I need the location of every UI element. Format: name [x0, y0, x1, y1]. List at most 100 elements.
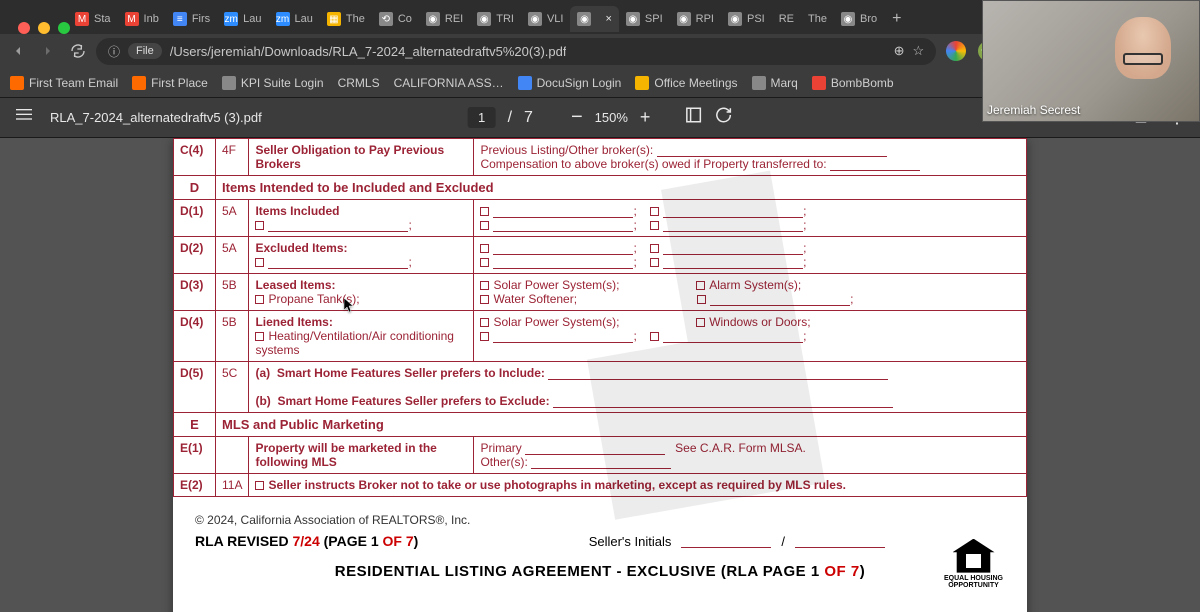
bookmark-label: BombBomb: [831, 76, 894, 90]
browser-tab[interactable]: ◉SPI: [619, 6, 670, 32]
tab-label: REI: [445, 13, 463, 25]
browser-tab[interactable]: RE: [772, 7, 801, 31]
bookmark-favicon-icon: [222, 76, 236, 90]
zoom-in-button[interactable]: +: [640, 107, 651, 128]
pdf-page: ▟ C(4) 4F Seller Obligation to Pay Previ…: [173, 138, 1027, 612]
row-code: 5A: [216, 237, 249, 274]
tab-label: The: [808, 13, 827, 25]
bookmark-label: CALIFORNIA ASS…: [394, 76, 504, 90]
bookmark-item[interactable]: CALIFORNIA ASS…: [394, 76, 504, 90]
row-fields: Leased Items:Propane Tank(s);: [249, 274, 474, 311]
row-fields: Solar Power System(s); Windows or Doors;…: [474, 311, 1027, 362]
tab-favicon-icon: M: [125, 12, 139, 26]
url-text: /Users/jeremiah/Downloads/RLA_7-2024_alt…: [170, 44, 567, 59]
bookmark-item[interactable]: KPI Suite Login: [222, 76, 324, 90]
tab-label: Lau: [243, 13, 261, 25]
section-id: E: [174, 413, 216, 437]
pdf-viewport[interactable]: ▟ C(4) 4F Seller Obligation to Pay Previ…: [0, 138, 1200, 612]
rotate-icon[interactable]: [714, 106, 732, 129]
row-code: 5B: [216, 311, 249, 362]
row-code: 11A: [216, 474, 249, 497]
row-fields: Seller instructs Broker not to take or u…: [249, 474, 1027, 497]
extension-icon-1[interactable]: [946, 41, 966, 61]
tab-label: Lau: [295, 13, 313, 25]
bookmark-label: CRMLS: [338, 76, 380, 90]
browser-tab[interactable]: ⟲Co: [372, 6, 419, 32]
pdf-page-input[interactable]: 1: [468, 107, 496, 128]
zoom-out-button[interactable]: −: [571, 106, 583, 129]
bookmark-item[interactable]: BombBomb: [812, 76, 894, 90]
browser-tab[interactable]: zmLau: [269, 6, 320, 32]
row-id: D(4): [174, 311, 216, 362]
tab-label: RE: [779, 13, 794, 25]
bookmark-label: KPI Suite Login: [241, 76, 324, 90]
row-id: E(1): [174, 437, 216, 474]
tab-label: TRI: [496, 13, 514, 25]
browser-tab[interactable]: ◉ Bro: [834, 6, 884, 32]
row-fields: Primary See C.A.R. Form MLSA.Other(s):: [474, 437, 1027, 474]
browser-tab[interactable]: ▦The: [320, 6, 372, 32]
row-id: D(5): [174, 362, 216, 413]
bookmark-favicon-icon: [635, 76, 649, 90]
row-id: D(3): [174, 274, 216, 311]
bookmark-favicon-icon: [132, 76, 146, 90]
row-fields: Excluded Items:;: [249, 237, 474, 274]
window-close-button[interactable]: [18, 22, 30, 34]
browser-tab[interactable]: zm Lau: [217, 6, 268, 32]
row-id: E(2): [174, 474, 216, 497]
zoom-indicator-icon[interactable]: ⊕: [894, 43, 905, 59]
seller-initials: Seller's Initials /: [589, 534, 885, 549]
caller-name: Jeremiah Secrest: [987, 103, 1080, 117]
fit-page-icon[interactable]: [684, 106, 702, 129]
bookmark-item[interactable]: First Place: [132, 76, 208, 90]
tab-close-icon[interactable]: ×: [605, 13, 611, 25]
zoom-level[interactable]: 150%: [595, 110, 628, 125]
bookmark-item[interactable]: Marq: [752, 76, 798, 90]
browser-tab[interactable]: ≡ Firs: [166, 6, 217, 32]
browser-tab[interactable]: ◉VLI: [521, 6, 571, 32]
browser-tab[interactable]: ◉RPI: [670, 6, 721, 32]
bookmark-favicon-icon: [518, 76, 532, 90]
bookmark-favicon-icon: [752, 76, 766, 90]
browser-tab[interactable]: ◉×: [570, 6, 618, 32]
tab-favicon-icon: ≡: [173, 12, 187, 26]
bookmark-item[interactable]: DocuSign Login: [518, 76, 622, 90]
nav-forward-icon[interactable]: [40, 43, 56, 59]
tab-favicon-icon: ◉: [626, 12, 640, 26]
house-icon: [953, 539, 995, 573]
browser-tab[interactable]: The: [801, 7, 834, 31]
tab-label: Bro: [860, 13, 877, 25]
browser-tab[interactable]: ◉PSI: [721, 6, 772, 32]
bookmark-star-icon[interactable]: ☆: [913, 43, 925, 59]
pdf-sidebar-toggle-icon[interactable]: [14, 107, 34, 128]
url-input[interactable]: ⓘ File /Users/jeremiah/Downloads/RLA_7-2…: [96, 38, 936, 65]
bookmark-item[interactable]: Office Meetings: [635, 76, 737, 90]
pdf-page-sep: /: [508, 109, 512, 127]
row-fields: ; ;; ;: [474, 200, 1027, 237]
bookmark-item[interactable]: First Team Email: [10, 76, 118, 90]
info-icon[interactable]: ⓘ: [108, 43, 120, 60]
video-call-thumbnail[interactable]: Jeremiah Secrest: [982, 0, 1200, 122]
bookmark-item[interactable]: CRMLS: [338, 76, 380, 90]
row-fields: Liened Items:Heating/Ventilation/Air con…: [249, 311, 474, 362]
section-id: D: [174, 176, 216, 200]
row-fields: ; ;; ;: [474, 237, 1027, 274]
tab-label: Co: [398, 13, 412, 25]
browser-tab[interactable]: MInb: [118, 6, 166, 32]
bookmark-label: Office Meetings: [654, 76, 737, 90]
nav-reload-icon[interactable]: [70, 43, 86, 59]
new-tab-button[interactable]: +: [884, 6, 909, 32]
browser-tab[interactable]: ◉TRI: [470, 6, 521, 32]
nav-back-icon[interactable]: [10, 43, 26, 59]
tab-label: Sta: [94, 13, 111, 25]
page-footer-title: RESIDENTIAL LISTING AGREEMENT - EXCLUSIV…: [195, 563, 1005, 580]
row-fields: (a) Smart Home Features Seller prefers t…: [249, 362, 1027, 413]
window-minimize-button[interactable]: [38, 22, 50, 34]
tab-favicon-icon: ◉: [841, 12, 855, 26]
window-maximize-button[interactable]: [58, 22, 70, 34]
row-code: 5B: [216, 274, 249, 311]
browser-tab[interactable]: ◉REI: [419, 6, 470, 32]
tab-label: Firs: [192, 13, 210, 25]
tab-favicon-icon: zm: [224, 12, 238, 26]
tab-favicon-icon: ◉: [677, 12, 691, 26]
